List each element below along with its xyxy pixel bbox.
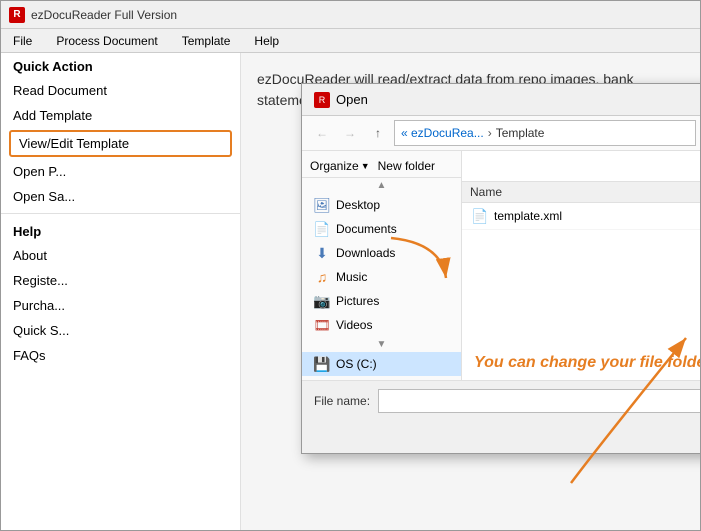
file-name-row: File name: All Supported Formats (*.xml)… xyxy=(314,389,700,413)
dialog-title-bar: R Open ✕ xyxy=(302,84,700,116)
music-icon: ♫ xyxy=(314,269,330,285)
col-name-header: Name xyxy=(470,185,700,199)
sidebar-item-open-p[interactable]: Open P... xyxy=(1,159,240,184)
places-panel: Organize ▼ New folder ▲ 🖼 Desktop xyxy=(302,151,462,380)
app-body: Quick Action Read Document Add Template … xyxy=(1,53,700,530)
places-item-desktop[interactable]: 🖼 Desktop xyxy=(302,193,461,217)
xml-file-icon: 📄 xyxy=(470,206,490,226)
dialog-body: Organize ▼ New folder ▲ 🖼 Desktop xyxy=(302,151,700,380)
dialog-nav: ← → ↑ « ezDocuRea... › Template ▼ ↻ 🔍 xyxy=(302,116,700,151)
dialog-actions: Open Cancel xyxy=(314,419,700,445)
breadcrumb-current: Template xyxy=(496,126,545,140)
breadcrumb-separator: › xyxy=(488,126,492,140)
sidebar-item-register[interactable]: Registe... xyxy=(1,268,240,293)
title-bar: R ezDocuReader Full Version xyxy=(1,1,700,29)
places-item-music[interactable]: ♫ Music xyxy=(302,265,461,289)
nav-back-button[interactable]: ← xyxy=(310,121,334,145)
places-item-documents[interactable]: 📄 Documents xyxy=(302,217,461,241)
app-icon: R xyxy=(9,7,25,23)
annotation-text: You can change your file folder xyxy=(474,354,700,372)
videos-icon: 🎞 xyxy=(314,317,330,333)
file-item-template-xml[interactable]: 📄 template.xml 06/10/2022 4:15 PM XML Do… xyxy=(462,203,700,230)
dialog-bottom: File name: All Supported Formats (*.xml)… xyxy=(302,380,700,453)
sidebar-item-read-document[interactable]: Read Document xyxy=(1,78,240,103)
places-toolbar: Organize ▼ New folder xyxy=(302,155,461,178)
nav-up-button[interactable]: ↑ xyxy=(366,121,390,145)
app-title: ezDocuReader Full Version xyxy=(31,8,177,22)
file-panel: ☷ ☰ ? Name Date modified Type xyxy=(462,151,700,380)
dialog-overlay: R Open ✕ ← → ↑ « ezDocuRea... › xyxy=(241,53,700,530)
sidebar: Quick Action Read Document Add Template … xyxy=(1,53,241,530)
desktop-icon: 🖼 xyxy=(314,197,330,213)
scroll-up-indicator: ▲ xyxy=(302,178,461,193)
help-section-title: Help xyxy=(1,218,240,243)
nav-forward-button[interactable]: → xyxy=(338,121,362,145)
sidebar-item-quick-s[interactable]: Quick S... xyxy=(1,318,240,343)
places-item-drive-c[interactable]: 💾 OS (C:) xyxy=(302,352,461,376)
places-item-videos[interactable]: 🎞 Videos xyxy=(302,313,461,337)
menu-bar: File Process Document Template Help xyxy=(1,29,700,53)
menu-file[interactable]: File xyxy=(9,33,36,49)
sidebar-item-purchase[interactable]: Purcha... xyxy=(1,293,240,318)
menu-process-document[interactable]: Process Document xyxy=(52,33,161,49)
app-window: R ezDocuReader Full Version File Process… xyxy=(0,0,701,531)
menu-help[interactable]: Help xyxy=(250,33,283,49)
organize-button[interactable]: Organize ▼ xyxy=(310,159,370,173)
sidebar-item-view-edit-template[interactable]: View/Edit Template xyxy=(9,130,232,157)
sidebar-item-faqs[interactable]: FAQs xyxy=(1,343,240,368)
sidebar-item-about[interactable]: About xyxy=(1,243,240,268)
drive-icon: 💾 xyxy=(314,356,330,372)
menu-template[interactable]: Template xyxy=(178,33,235,49)
open-dialog: R Open ✕ ← → ↑ « ezDocuRea... › xyxy=(301,83,700,454)
file-list-header: Name Date modified Type xyxy=(462,182,700,203)
downloads-icon: ⬇ xyxy=(314,245,330,261)
sidebar-item-open-sa[interactable]: Open Sa... xyxy=(1,184,240,209)
file-toolbar: ☷ ☰ ? xyxy=(462,151,700,182)
quick-action-title: Quick Action xyxy=(1,53,240,78)
main-content: ezDocuReader will read/extract data from… xyxy=(241,53,700,530)
places-item-downloads[interactable]: ⬇ Downloads xyxy=(302,241,461,265)
file-item-name: template.xml xyxy=(494,209,700,223)
dialog-title-area: R Open xyxy=(314,92,368,108)
file-name-input[interactable] xyxy=(378,389,700,413)
sidebar-item-add-template[interactable]: Add Template xyxy=(1,103,240,128)
file-list: 📄 template.xml 06/10/2022 4:15 PM XML Do… xyxy=(462,203,700,346)
dialog-title-text: Open xyxy=(336,92,368,107)
new-folder-button[interactable]: New folder xyxy=(378,159,435,173)
places-item-pictures[interactable]: 📷 Pictures xyxy=(302,289,461,313)
breadcrumb-parent[interactable]: « ezDocuRea... xyxy=(401,126,484,140)
file-name-label: File name: xyxy=(314,394,370,408)
dialog-title-icon: R xyxy=(314,92,330,108)
pictures-icon: 📷 xyxy=(314,293,330,309)
scroll-down-indicator: ▼ xyxy=(302,337,461,352)
breadcrumb: « ezDocuRea... › Template xyxy=(394,120,696,146)
documents-icon: 📄 xyxy=(314,221,330,237)
